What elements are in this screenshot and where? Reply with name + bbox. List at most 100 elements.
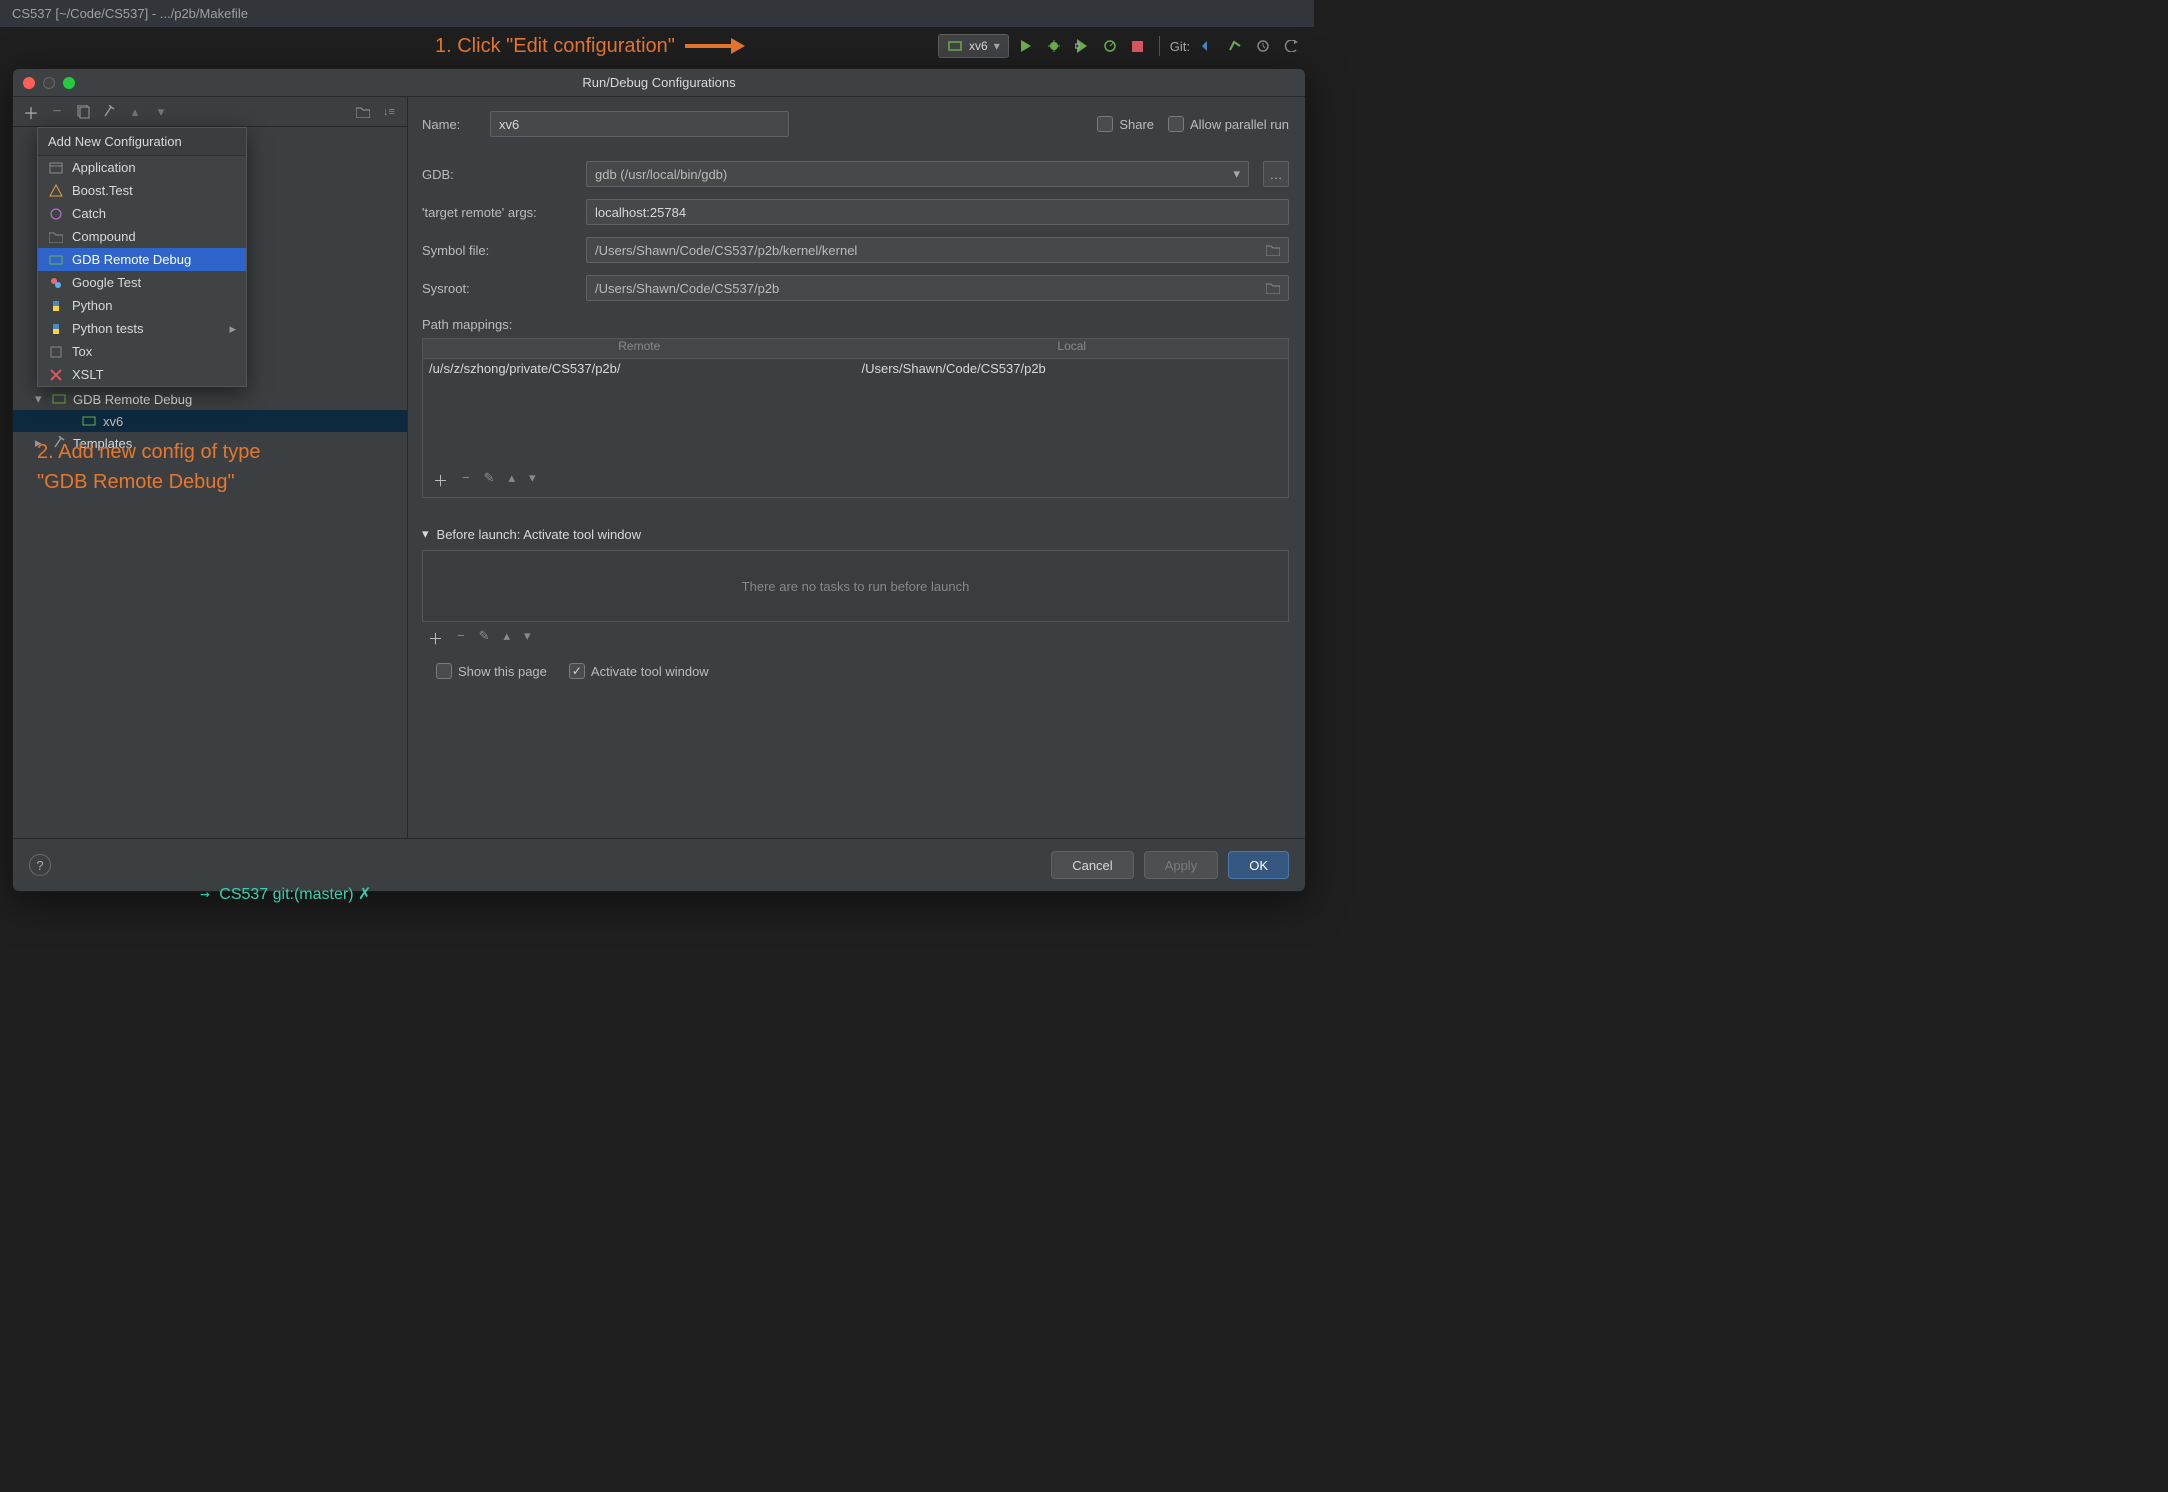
- gdb-browse-button[interactable]: …: [1263, 161, 1289, 187]
- down-row-button[interactable]: ▾: [529, 470, 536, 491]
- popup-item-compound[interactable]: Compound: [38, 225, 246, 248]
- app-icon: [48, 160, 64, 176]
- edit-row-button[interactable]: ✎: [484, 470, 495, 491]
- before-launch-tools: ＋ − ✎ ▴ ▾: [422, 622, 1289, 655]
- git-revert-button[interactable]: [1280, 35, 1302, 57]
- add-row-button[interactable]: ＋: [433, 470, 448, 491]
- window-controls: [23, 77, 75, 89]
- path-mappings-label: Path mappings:: [422, 317, 1289, 332]
- folder-button[interactable]: [355, 104, 371, 120]
- annotation-2-line2: "GDB Remote Debug": [37, 467, 261, 497]
- share-checkbox[interactable]: Share: [1097, 116, 1154, 132]
- table-tools: ＋ − ✎ ▴ ▾: [423, 464, 1288, 497]
- target-remote-input[interactable]: [586, 199, 1289, 225]
- popup-item-python-tests[interactable]: Python tests▸: [38, 317, 246, 340]
- up-button[interactable]: ▴: [127, 104, 143, 120]
- annotation-2-line1: 2. Add new config of type: [37, 437, 261, 467]
- annotation-1-text: 1. Click "Edit configuration": [435, 35, 675, 58]
- help-button[interactable]: ?: [29, 854, 51, 876]
- popup-item-catch[interactable]: Catch: [38, 202, 246, 225]
- xslt-icon: [48, 367, 64, 383]
- popup-item-tox[interactable]: Tox: [38, 340, 246, 363]
- remove-row-button[interactable]: −: [462, 470, 470, 491]
- ide-title-bar: CS537 [~/Code/CS537] - .../p2b/Makefile: [0, 0, 1314, 28]
- add-task-button[interactable]: ＋: [428, 628, 443, 649]
- config-left-pane: ＋ − ▴ ▾ ↓≡ Add New Configuration A: [13, 97, 408, 838]
- apply-button[interactable]: Apply: [1144, 851, 1219, 879]
- allow-parallel-checkbox[interactable]: Allow parallel run: [1168, 116, 1289, 132]
- before-launch-header[interactable]: ▾ Before launch: Activate tool window: [422, 526, 1289, 542]
- folder-icon[interactable]: [1266, 282, 1280, 294]
- boost-icon: [48, 183, 64, 199]
- python-icon: [48, 298, 64, 314]
- symbol-file-label: Symbol file:: [422, 243, 572, 258]
- ide-title-text: CS537 [~/Code/CS537] - .../p2b/Makefile: [12, 6, 248, 21]
- ok-button[interactable]: OK: [1228, 851, 1289, 879]
- chevron-down-icon: ▾: [994, 39, 1000, 53]
- show-this-page-checkbox[interactable]: Show this page: [436, 663, 547, 679]
- run-debug-dialog: Run/Debug Configurations ＋ − ▴ ▾ ↓≡: [12, 68, 1306, 892]
- git-history-button[interactable]: [1252, 35, 1274, 57]
- tree-item-xv6[interactable]: xv6: [13, 410, 407, 432]
- folder-icon: [48, 229, 64, 245]
- edit-task-button[interactable]: ✎: [479, 628, 490, 649]
- add-configuration-popup[interactable]: Add New Configuration ApplicationBoost.T…: [37, 127, 247, 387]
- popup-item-google-test[interactable]: Google Test: [38, 271, 246, 294]
- stop-button[interactable]: [1127, 35, 1149, 57]
- collapse-icon[interactable]: ▾: [422, 526, 429, 542]
- run-config-selector[interactable]: xv6 ▾: [938, 34, 1009, 58]
- run-button[interactable]: [1015, 35, 1037, 57]
- folder-icon[interactable]: [1266, 244, 1280, 256]
- cancel-button[interactable]: Cancel: [1051, 851, 1133, 879]
- remove-button[interactable]: −: [49, 104, 65, 120]
- popup-item-python[interactable]: Python: [38, 294, 246, 317]
- dialog-titlebar[interactable]: Run/Debug Configurations: [13, 69, 1305, 97]
- table-header: Remote Local: [423, 339, 1288, 359]
- config-toolbar: ＋ − ▴ ▾ ↓≡: [13, 97, 407, 127]
- catch-icon: [48, 206, 64, 222]
- col-remote: Remote: [423, 339, 856, 358]
- symbol-file-input[interactable]: /Users/Shawn/Code/CS537/p2b/kernel/kerne…: [586, 237, 1289, 263]
- close-icon[interactable]: [23, 77, 35, 89]
- path-mappings-table[interactable]: Remote Local /u/s/z/szhong/private/CS537…: [422, 338, 1289, 498]
- ide-toolbar-row: 1. Click "Edit configuration" xv6 ▾ Git:: [0, 28, 1314, 64]
- up-row-button[interactable]: ▴: [509, 470, 516, 491]
- gdb-label: GDB:: [422, 167, 572, 182]
- add-button[interactable]: ＋: [23, 104, 39, 120]
- expand-icon[interactable]: ▾: [35, 391, 45, 407]
- copy-button[interactable]: [75, 104, 91, 120]
- cell-local: /Users/Shawn/Code/CS537/p2b: [856, 359, 1289, 381]
- table-row[interactable]: /u/s/z/szhong/private/CS537/p2b/ /Users/…: [423, 359, 1288, 381]
- sysroot-label: Sysroot:: [422, 281, 572, 296]
- down-button[interactable]: ▾: [153, 104, 169, 120]
- checkbox-icon: [1168, 116, 1184, 132]
- debug-button[interactable]: [1043, 35, 1065, 57]
- popup-item-application[interactable]: Application: [38, 156, 246, 179]
- minimize-icon[interactable]: [43, 77, 55, 89]
- down-task-button[interactable]: ▾: [524, 628, 531, 649]
- coverage-button[interactable]: [1071, 35, 1093, 57]
- tree-section-gdb-remote-debug[interactable]: ▾ GDB Remote Debug: [13, 388, 407, 410]
- no-tasks-text: There are no tasks to run before launch: [742, 579, 970, 594]
- popup-item-gdb-remote-debug[interactable]: GDB Remote Debug: [38, 248, 246, 271]
- activate-tool-window-checkbox[interactable]: Activate tool window: [569, 663, 709, 679]
- name-input[interactable]: [490, 111, 789, 137]
- up-task-button[interactable]: ▴: [504, 628, 511, 649]
- popup-item-boost-test[interactable]: Boost.Test: [38, 179, 246, 202]
- separator: [1159, 36, 1160, 56]
- sysroot-input[interactable]: /Users/Shawn/Code/CS537/p2b: [586, 275, 1289, 301]
- popup-item-xslt[interactable]: XSLT: [38, 363, 246, 386]
- settings-button[interactable]: [101, 104, 117, 120]
- remove-task-button[interactable]: −: [457, 628, 465, 649]
- gdb-select[interactable]: gdb (/usr/local/bin/gdb) ▾: [586, 161, 1249, 187]
- sort-button[interactable]: ↓≡: [381, 104, 397, 120]
- profile-button[interactable]: [1099, 35, 1121, 57]
- git-commit-button[interactable]: [1224, 35, 1246, 57]
- checkbox-checked-icon: [569, 663, 585, 679]
- zoom-icon[interactable]: [63, 77, 75, 89]
- git-update-button[interactable]: [1196, 35, 1218, 57]
- popup-header: Add New Configuration: [38, 128, 246, 156]
- target-remote-label: 'target remote' args:: [422, 205, 572, 220]
- chevron-right-icon: ▸: [229, 321, 236, 337]
- before-launch-tasks[interactable]: There are no tasks to run before launch: [422, 550, 1289, 622]
